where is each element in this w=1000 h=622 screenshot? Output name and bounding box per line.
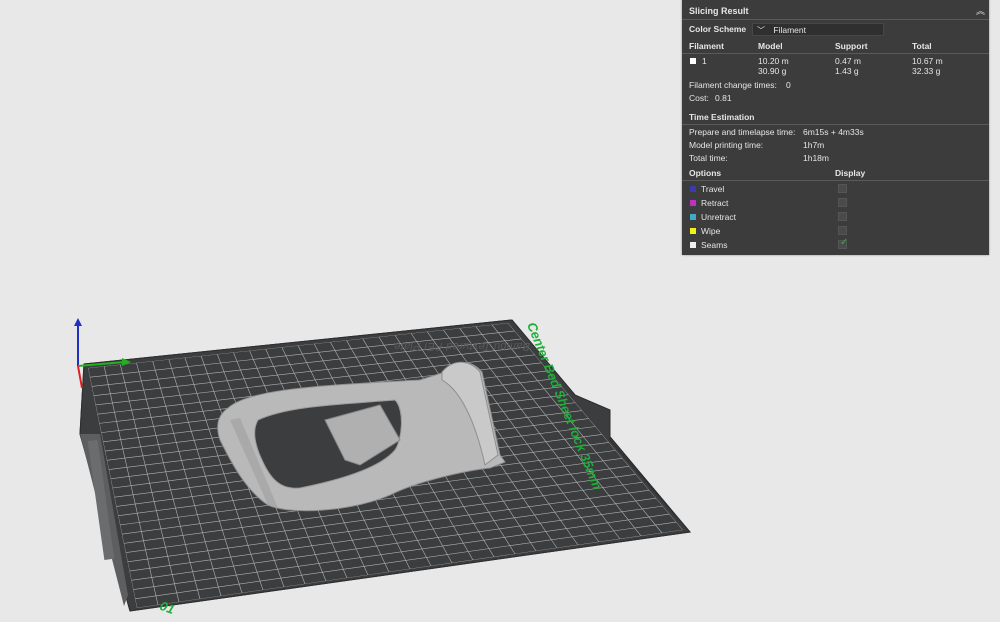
color-scheme-label: Color Scheme (689, 24, 747, 34)
option-label-unretract: Unretract (701, 212, 736, 222)
slicing-result-panel: Slicing Result ︽ Color Scheme ﹀ Filament… (682, 0, 989, 255)
col-header-support: Support (835, 41, 868, 51)
retract-display-checkbox[interactable] (838, 198, 847, 207)
chevron-down-icon: ﹀ (757, 26, 765, 35)
total-length: 10.67 m (912, 56, 943, 66)
option-label-wipe: Wipe (701, 226, 721, 236)
time-row-value: 6m15s + 4m33s (803, 127, 864, 137)
wipe-color-swatch (690, 228, 696, 234)
total-weight: 32.33 g (912, 66, 941, 76)
checkmark-icon: ✓ (840, 237, 849, 248)
col-header-model: Model (758, 41, 783, 51)
support-weight: 1.43 g (835, 66, 859, 76)
panel-title: Slicing Result (689, 6, 749, 16)
support-length: 0.47 m (835, 56, 861, 66)
option-label-travel: Travel (701, 184, 725, 194)
wipe-display-checkbox[interactable] (838, 226, 847, 235)
col-header-total: Total (912, 41, 932, 51)
plate-name-label: Bambu Textured PEI Plate (392, 340, 532, 352)
display-header: Display (835, 168, 866, 178)
time-row-label: Prepare and timelapse time: (689, 127, 796, 137)
time-estimation-title: Time Estimation (689, 112, 755, 122)
seams-display-checkbox[interactable]: ✓ (838, 237, 849, 249)
double-chevron-up-icon[interactable]: ︽ (976, 4, 985, 17)
unretract-display-checkbox[interactable] (838, 212, 847, 221)
filament-change-label: Filament change times: (689, 80, 777, 90)
seams-color-swatch (690, 242, 696, 248)
filament-id: 1 (702, 56, 707, 66)
option-label-seams: Seams (701, 240, 728, 250)
time-row-value: 1h7m (803, 140, 825, 150)
filament-color-swatch (690, 58, 696, 64)
unretract-color-swatch (690, 214, 696, 220)
time-row-label: Total time: (689, 153, 728, 163)
option-label-retract: Retract (701, 198, 729, 208)
color-scheme-select[interactable]: ﹀ Filament (752, 23, 884, 36)
time-row-label: Model printing time: (689, 140, 764, 150)
retract-color-swatch (690, 200, 696, 206)
cost-label: Cost: (689, 93, 709, 103)
col-header-filament: Filament (689, 41, 724, 51)
options-header: Options (689, 168, 722, 178)
cost-value: 0.81 (715, 93, 732, 103)
color-scheme-value: Filament (773, 25, 806, 35)
model-weight: 30.90 g (758, 66, 787, 76)
travel-color-swatch (690, 186, 696, 192)
time-row-value: 1h18m (803, 153, 829, 163)
travel-display-checkbox[interactable] (838, 184, 847, 193)
model-length: 10.20 m (758, 56, 789, 66)
filament-change-value: 0 (786, 80, 791, 90)
